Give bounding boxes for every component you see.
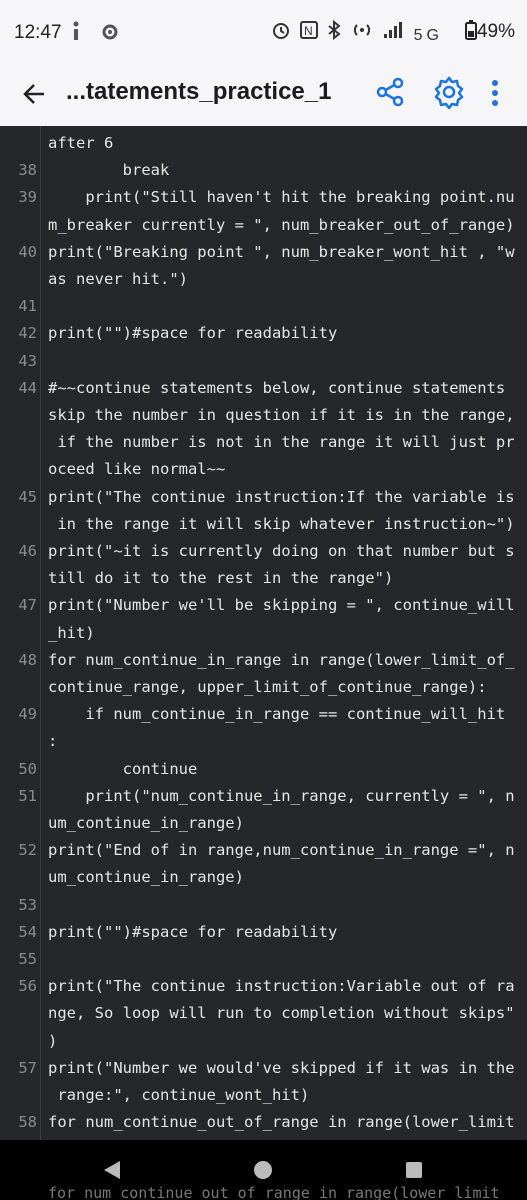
status-bar: 12:47 N 5G 49%: [0, 0, 527, 62]
line-number: 53: [18, 895, 37, 914]
code-line-text[interactable]: print("Still haven't hit the breaking po…: [48, 188, 514, 206]
notification-icons: [68, 20, 120, 47]
code-line-text[interactable]: after 6: [48, 134, 113, 152]
code-line-text[interactable]: continue: [48, 760, 198, 778]
line-number: 42: [18, 324, 37, 343]
code-line-text[interactable]: print("")#space for readability: [48, 324, 337, 342]
code-line-partial-top: *~~~~ ~~~ ~ ~~~~ ~~~~~~ ~~~~~~ ~~~~~~~~: [48, 126, 431, 130]
line-number: 50: [18, 759, 37, 778]
line-number: 51: [18, 786, 37, 805]
code-line-text[interactable]: print("num_continue_in_range, currently …: [48, 787, 514, 805]
code-peek-text: for num_continue_out_of_range in range(l…: [48, 1184, 500, 1200]
back-arrow-icon[interactable]: [20, 74, 50, 114]
code-editor[interactable]: *~~~~ ~~~ ~ ~~~~ ~~~~~~ ~~~~~~ ~~~~~~~~ …: [0, 126, 527, 1140]
line-number: 49: [18, 705, 37, 724]
gutter-divider: [40, 126, 41, 1140]
code-line-text[interactable]: till do it to the rest in the range"): [48, 569, 393, 587]
share-icon[interactable]: [374, 76, 406, 108]
line-number: 58: [18, 1113, 37, 1132]
code-line-text[interactable]: print("Breaking point ", num_breaker_won…: [48, 243, 515, 261]
line-number: 39: [18, 188, 37, 207]
code-line-text[interactable]: if the number is not in the range it wil…: [48, 433, 514, 451]
line-number: 57: [18, 1058, 37, 1077]
settings-gear-small-icon: [102, 24, 118, 40]
code-line-text[interactable]: print("")#space for readability: [48, 923, 337, 941]
info-icon: [73, 21, 79, 40]
svg-text:N: N: [304, 24, 317, 38]
line-number: 43: [18, 351, 37, 370]
system-status-icons: N 5G: [271, 19, 443, 45]
code-line-text[interactable]: as never hit."): [48, 270, 188, 288]
code-line-text[interactable]: range:", continue_wont_hit): [48, 1086, 309, 1104]
code-line-text[interactable]: _hit): [48, 624, 95, 642]
line-number: 47: [18, 596, 37, 615]
battery-percent: 49%: [476, 21, 515, 42]
code-line-text[interactable]: #~~continue statements below, continue s…: [48, 379, 505, 397]
code-line-text[interactable]: m_breaker currently = ", num_breaker_out…: [48, 216, 515, 234]
battery-icon: [464, 20, 477, 40]
more-options-icon[interactable]: [490, 78, 500, 108]
line-number: 52: [18, 841, 37, 860]
code-line-text[interactable]: continue_range, upper_limit_of_continue_…: [48, 678, 487, 696]
signal-icon: [384, 22, 403, 38]
code-line-text[interactable]: ): [48, 1032, 57, 1050]
navigation-bar: for num_continue_out_of_range in range(l…: [0, 1140, 527, 1200]
line-number: 46: [18, 542, 37, 560]
code-line-text[interactable]: print("Number we'll be skipping = ", con…: [48, 596, 515, 614]
code-line-text[interactable]: break: [48, 161, 170, 179]
code-line-text[interactable]: um_continue_in_range): [48, 868, 244, 886]
line-number: 55: [18, 950, 37, 968]
code-line-text[interactable]: print("The continue instruction:Variable…: [48, 977, 515, 995]
bluetooth-icon: [328, 19, 342, 41]
code-line-text[interactable]: print("End of in range,num_continue_in_r…: [48, 841, 515, 859]
nfc-icon: N: [300, 21, 319, 39]
code-line-text[interactable]: for num_continue_out_of_range in range(l…: [48, 1113, 515, 1131]
settings-icon[interactable]: [432, 75, 466, 109]
code-line-text[interactable]: skip the number in question if it is in …: [48, 406, 515, 424]
code-line-text[interactable]: :: [48, 732, 57, 750]
file-title: ...tatements_practice_1: [66, 78, 332, 105]
line-number: 41: [18, 297, 37, 316]
line-number: 48: [18, 650, 37, 669]
line-number: 40: [18, 242, 37, 261]
code-line-text[interactable]: um_continue_in_range): [48, 814, 244, 832]
alarm-icon: [272, 23, 289, 39]
network-5g-label: 5G: [413, 27, 443, 44]
nav-back-icon[interactable]: [102, 1159, 122, 1181]
code-line-text[interactable]: print("Number we would've skipped if it …: [48, 1059, 515, 1077]
code-line-text[interactable]: oceed like normal~~: [48, 460, 225, 478]
app-bar: ...tatements_practice_1: [0, 62, 527, 127]
status-time: 12:47: [14, 22, 62, 43]
code-line-text[interactable]: in the range it will skip whatever instr…: [48, 515, 514, 533]
code-line-text[interactable]: if num_continue_in_range == continue_wil…: [48, 705, 505, 723]
battery-indicator: 49%: [464, 20, 515, 43]
line-number: 45: [18, 487, 37, 506]
line-number: 54: [18, 922, 37, 941]
nav-home-icon[interactable]: [253, 1160, 273, 1180]
code-line-text[interactable]: print("The continue instruction:If the v…: [48, 488, 515, 506]
code-line-text[interactable]: print("~it is currently doing on that nu…: [48, 542, 515, 560]
hotspot-icon: [353, 24, 370, 36]
code-line-text[interactable]: nge, So loop will run to completion with…: [48, 1004, 515, 1022]
code-line-text[interactable]: for num_continue_in_range in range(lower…: [48, 651, 515, 669]
nav-recents-icon[interactable]: [405, 1161, 423, 1179]
line-number: 38: [18, 161, 37, 180]
line-number: 56: [18, 977, 37, 996]
line-number: 44: [18, 378, 37, 397]
